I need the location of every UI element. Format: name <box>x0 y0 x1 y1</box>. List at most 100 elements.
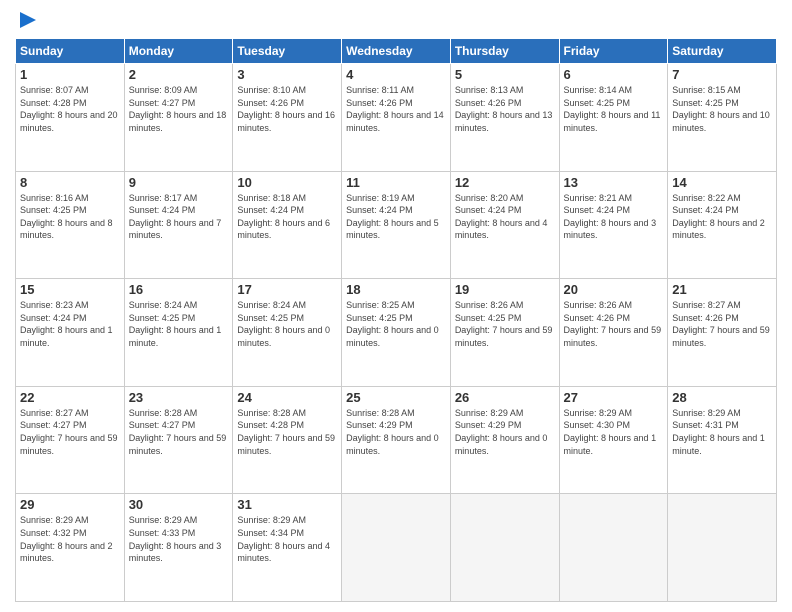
day-number: 20 <box>564 282 664 297</box>
day-cell: 14 Sunrise: 8:22 AM Sunset: 4:24 PM Dayl… <box>668 171 777 279</box>
day-info: Sunrise: 8:29 AM Sunset: 4:30 PM Dayligh… <box>564 407 664 457</box>
day-cell: 30 Sunrise: 8:29 AM Sunset: 4:33 PM Dayl… <box>124 494 233 602</box>
day-cell <box>450 494 559 602</box>
day-number: 6 <box>564 67 664 82</box>
day-cell: 6 Sunrise: 8:14 AM Sunset: 4:25 PM Dayli… <box>559 64 668 172</box>
day-info: Sunrise: 8:22 AM Sunset: 4:24 PM Dayligh… <box>672 192 772 242</box>
day-cell: 10 Sunrise: 8:18 AM Sunset: 4:24 PM Dayl… <box>233 171 342 279</box>
day-number: 17 <box>237 282 337 297</box>
day-cell: 7 Sunrise: 8:15 AM Sunset: 4:25 PM Dayli… <box>668 64 777 172</box>
header-saturday: Saturday <box>668 39 777 64</box>
calendar-table: Sunday Monday Tuesday Wednesday Thursday… <box>15 38 777 602</box>
header-friday: Friday <box>559 39 668 64</box>
week-row-5: 29 Sunrise: 8:29 AM Sunset: 4:32 PM Dayl… <box>16 494 777 602</box>
day-number: 3 <box>237 67 337 82</box>
day-info: Sunrise: 8:29 AM Sunset: 4:33 PM Dayligh… <box>129 514 229 564</box>
day-number: 1 <box>20 67 120 82</box>
day-number: 22 <box>20 390 120 405</box>
day-info: Sunrise: 8:09 AM Sunset: 4:27 PM Dayligh… <box>129 84 229 134</box>
day-info: Sunrise: 8:07 AM Sunset: 4:28 PM Dayligh… <box>20 84 120 134</box>
week-row-4: 22 Sunrise: 8:27 AM Sunset: 4:27 PM Dayl… <box>16 386 777 494</box>
day-cell: 9 Sunrise: 8:17 AM Sunset: 4:24 PM Dayli… <box>124 171 233 279</box>
page: Sunday Monday Tuesday Wednesday Thursday… <box>0 0 792 612</box>
day-info: Sunrise: 8:24 AM Sunset: 4:25 PM Dayligh… <box>129 299 229 349</box>
day-cell: 3 Sunrise: 8:10 AM Sunset: 4:26 PM Dayli… <box>233 64 342 172</box>
weekday-header-row: Sunday Monday Tuesday Wednesday Thursday… <box>16 39 777 64</box>
day-cell: 21 Sunrise: 8:27 AM Sunset: 4:26 PM Dayl… <box>668 279 777 387</box>
day-cell: 18 Sunrise: 8:25 AM Sunset: 4:25 PM Dayl… <box>342 279 451 387</box>
day-info: Sunrise: 8:27 AM Sunset: 4:26 PM Dayligh… <box>672 299 772 349</box>
day-number: 10 <box>237 175 337 190</box>
day-cell: 24 Sunrise: 8:28 AM Sunset: 4:28 PM Dayl… <box>233 386 342 494</box>
header-wednesday: Wednesday <box>342 39 451 64</box>
day-info: Sunrise: 8:10 AM Sunset: 4:26 PM Dayligh… <box>237 84 337 134</box>
day-cell: 23 Sunrise: 8:28 AM Sunset: 4:27 PM Dayl… <box>124 386 233 494</box>
day-info: Sunrise: 8:16 AM Sunset: 4:25 PM Dayligh… <box>20 192 120 242</box>
header-sunday: Sunday <box>16 39 125 64</box>
day-info: Sunrise: 8:15 AM Sunset: 4:25 PM Dayligh… <box>672 84 772 134</box>
day-cell: 19 Sunrise: 8:26 AM Sunset: 4:25 PM Dayl… <box>450 279 559 387</box>
day-number: 24 <box>237 390 337 405</box>
day-cell: 12 Sunrise: 8:20 AM Sunset: 4:24 PM Dayl… <box>450 171 559 279</box>
day-info: Sunrise: 8:29 AM Sunset: 4:32 PM Dayligh… <box>20 514 120 564</box>
header-tuesday: Tuesday <box>233 39 342 64</box>
day-cell: 31 Sunrise: 8:29 AM Sunset: 4:34 PM Dayl… <box>233 494 342 602</box>
day-info: Sunrise: 8:20 AM Sunset: 4:24 PM Dayligh… <box>455 192 555 242</box>
day-cell <box>559 494 668 602</box>
day-number: 7 <box>672 67 772 82</box>
day-info: Sunrise: 8:13 AM Sunset: 4:26 PM Dayligh… <box>455 84 555 134</box>
day-number: 27 <box>564 390 664 405</box>
header <box>15 10 777 30</box>
day-info: Sunrise: 8:14 AM Sunset: 4:25 PM Dayligh… <box>564 84 664 134</box>
day-info: Sunrise: 8:28 AM Sunset: 4:27 PM Dayligh… <box>129 407 229 457</box>
day-info: Sunrise: 8:29 AM Sunset: 4:29 PM Dayligh… <box>455 407 555 457</box>
day-number: 19 <box>455 282 555 297</box>
day-number: 23 <box>129 390 229 405</box>
day-cell: 20 Sunrise: 8:26 AM Sunset: 4:26 PM Dayl… <box>559 279 668 387</box>
week-row-2: 8 Sunrise: 8:16 AM Sunset: 4:25 PM Dayli… <box>16 171 777 279</box>
day-cell: 4 Sunrise: 8:11 AM Sunset: 4:26 PM Dayli… <box>342 64 451 172</box>
day-cell: 16 Sunrise: 8:24 AM Sunset: 4:25 PM Dayl… <box>124 279 233 387</box>
day-cell <box>668 494 777 602</box>
day-number: 28 <box>672 390 772 405</box>
day-number: 30 <box>129 497 229 512</box>
day-cell: 28 Sunrise: 8:29 AM Sunset: 4:31 PM Dayl… <box>668 386 777 494</box>
day-number: 31 <box>237 497 337 512</box>
day-info: Sunrise: 8:28 AM Sunset: 4:28 PM Dayligh… <box>237 407 337 457</box>
day-number: 5 <box>455 67 555 82</box>
day-cell: 2 Sunrise: 8:09 AM Sunset: 4:27 PM Dayli… <box>124 64 233 172</box>
day-cell: 22 Sunrise: 8:27 AM Sunset: 4:27 PM Dayl… <box>16 386 125 494</box>
day-info: Sunrise: 8:26 AM Sunset: 4:26 PM Dayligh… <box>564 299 664 349</box>
day-info: Sunrise: 8:27 AM Sunset: 4:27 PM Dayligh… <box>20 407 120 457</box>
week-row-1: 1 Sunrise: 8:07 AM Sunset: 4:28 PM Dayli… <box>16 64 777 172</box>
day-info: Sunrise: 8:29 AM Sunset: 4:31 PM Dayligh… <box>672 407 772 457</box>
day-cell: 29 Sunrise: 8:29 AM Sunset: 4:32 PM Dayl… <box>16 494 125 602</box>
day-info: Sunrise: 8:25 AM Sunset: 4:25 PM Dayligh… <box>346 299 446 349</box>
day-info: Sunrise: 8:21 AM Sunset: 4:24 PM Dayligh… <box>564 192 664 242</box>
day-number: 8 <box>20 175 120 190</box>
day-info: Sunrise: 8:19 AM Sunset: 4:24 PM Dayligh… <box>346 192 446 242</box>
day-number: 14 <box>672 175 772 190</box>
day-number: 11 <box>346 175 446 190</box>
day-cell: 8 Sunrise: 8:16 AM Sunset: 4:25 PM Dayli… <box>16 171 125 279</box>
day-number: 9 <box>129 175 229 190</box>
day-cell: 17 Sunrise: 8:24 AM Sunset: 4:25 PM Dayl… <box>233 279 342 387</box>
day-cell: 26 Sunrise: 8:29 AM Sunset: 4:29 PM Dayl… <box>450 386 559 494</box>
day-info: Sunrise: 8:11 AM Sunset: 4:26 PM Dayligh… <box>346 84 446 134</box>
day-number: 21 <box>672 282 772 297</box>
day-number: 12 <box>455 175 555 190</box>
day-number: 18 <box>346 282 446 297</box>
day-cell: 25 Sunrise: 8:28 AM Sunset: 4:29 PM Dayl… <box>342 386 451 494</box>
day-number: 15 <box>20 282 120 297</box>
day-number: 4 <box>346 67 446 82</box>
day-number: 13 <box>564 175 664 190</box>
day-cell: 13 Sunrise: 8:21 AM Sunset: 4:24 PM Dayl… <box>559 171 668 279</box>
day-info: Sunrise: 8:28 AM Sunset: 4:29 PM Dayligh… <box>346 407 446 457</box>
day-info: Sunrise: 8:26 AM Sunset: 4:25 PM Dayligh… <box>455 299 555 349</box>
day-cell: 15 Sunrise: 8:23 AM Sunset: 4:24 PM Dayl… <box>16 279 125 387</box>
day-cell: 11 Sunrise: 8:19 AM Sunset: 4:24 PM Dayl… <box>342 171 451 279</box>
header-monday: Monday <box>124 39 233 64</box>
day-cell: 27 Sunrise: 8:29 AM Sunset: 4:30 PM Dayl… <box>559 386 668 494</box>
day-number: 29 <box>20 497 120 512</box>
header-thursday: Thursday <box>450 39 559 64</box>
